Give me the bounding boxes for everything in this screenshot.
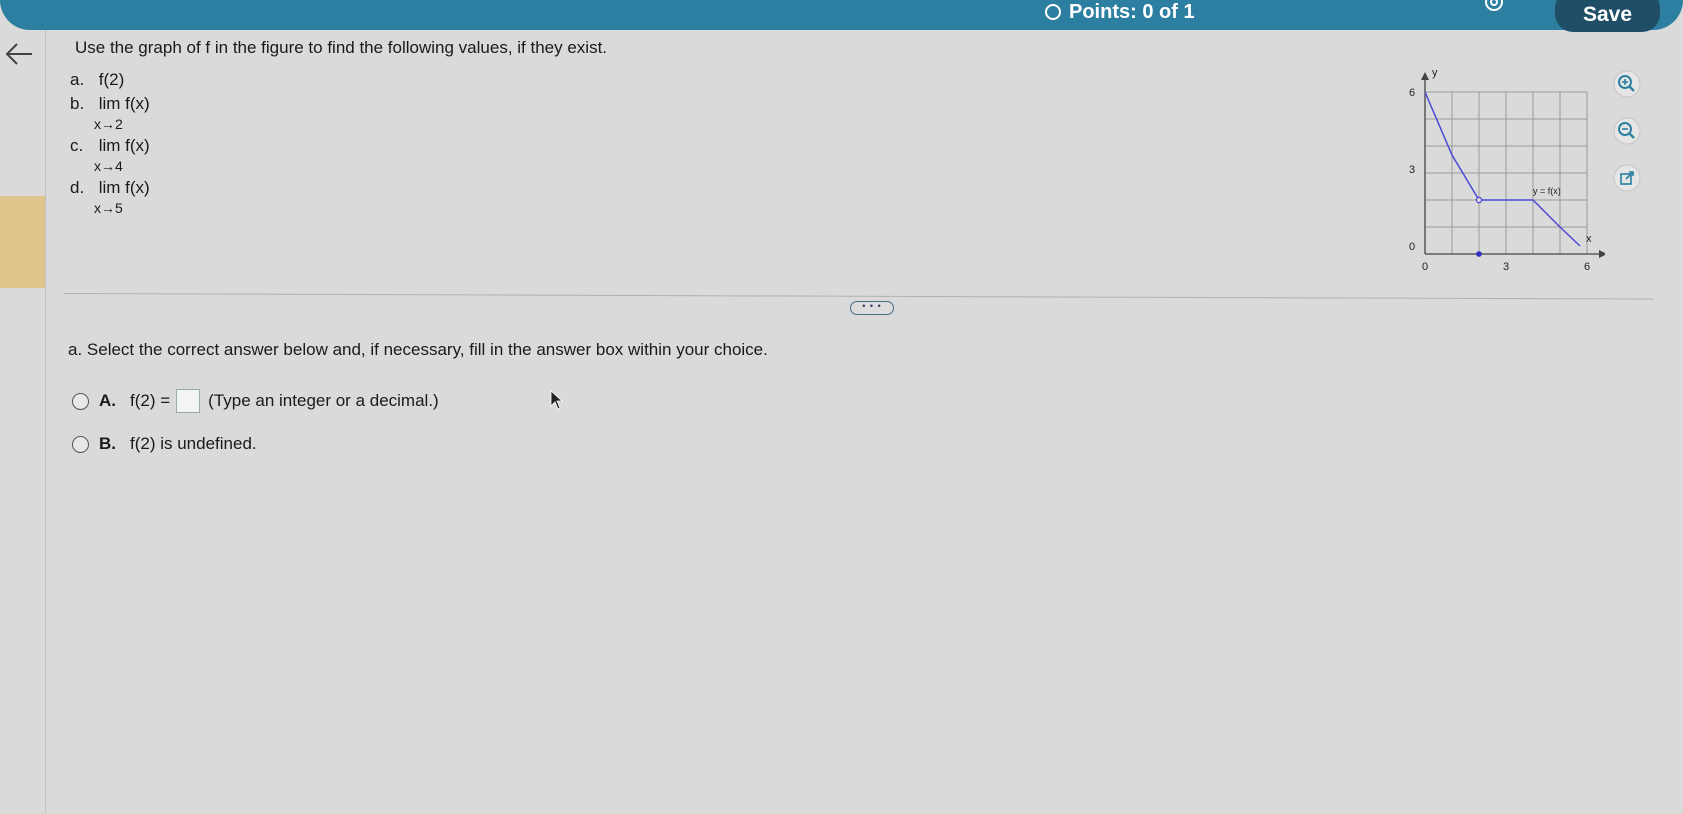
function-graph: y x 6 3 0 0 3 6 y = f(x)	[1409, 67, 1605, 273]
limit-subscript: x→4	[94, 158, 123, 174]
limit-subscript: x→5	[94, 200, 123, 216]
choice-a-radio[interactable]	[72, 392, 89, 410]
choice-label: B.	[99, 434, 116, 453]
back-arrow-icon[interactable]	[4, 42, 34, 72]
part-b: b. lim f(x) x→2	[70, 94, 150, 132]
part-expression: lim f(x)	[98, 136, 150, 155]
choice-a-hint: (Type an integer or a decimal.)	[208, 391, 439, 410]
section-divider	[63, 293, 1654, 300]
part-expression: f(2)	[98, 70, 125, 89]
x-tick-0: 0	[1422, 261, 1428, 273]
choice-b[interactable]: B. f(2) is undefined.	[72, 434, 257, 454]
limit-subscript: x→2	[94, 116, 123, 132]
zoom-out-icon[interactable]	[1613, 117, 1641, 145]
part-a: a. f(2)	[70, 70, 124, 90]
gear-icon[interactable]	[1482, 0, 1506, 14]
question-prompt: Use the graph of f in the figure to find…	[75, 38, 608, 57]
answer-input[interactable]	[176, 389, 201, 413]
points-label: Points: 0 of 1	[1069, 0, 1195, 23]
y-tick-0: 0	[1409, 241, 1415, 253]
choice-a-text: f(2) =	[130, 391, 171, 410]
open-point	[1475, 196, 1483, 204]
expand-more-button[interactable]: • • •	[850, 301, 894, 315]
y-tick-3: 3	[1409, 164, 1415, 176]
part-label: b.	[70, 94, 85, 113]
x-tick-3: 3	[1503, 261, 1509, 273]
top-bar	[0, 0, 1683, 30]
x-tick-6: 6	[1584, 261, 1590, 273]
x-axis-label: x	[1586, 233, 1592, 245]
closed-point	[1476, 251, 1482, 257]
part-c: c. lim f(x) x→4	[70, 136, 150, 174]
choice-a[interactable]: A. f(2) = (Type an integer or a decimal.…	[72, 389, 439, 413]
function-curve	[1424, 91, 1581, 247]
part-label: d.	[70, 178, 85, 197]
part-expression: lim f(x)	[98, 94, 150, 113]
choice-b-text: f(2) is undefined.	[130, 434, 257, 453]
zoom-in-icon[interactable]	[1613, 70, 1641, 98]
y-tick-6: 6	[1409, 87, 1415, 99]
progress-circle-icon	[1045, 4, 1061, 20]
choice-label: A.	[99, 391, 116, 410]
mouse-cursor-icon	[550, 390, 564, 410]
answer-instruction: a. Select the correct answer below and, …	[68, 340, 768, 359]
save-button[interactable]: Save	[1555, 0, 1660, 32]
points-indicator: Points: 0 of 1	[1045, 0, 1195, 24]
part-expression: lim f(x)	[98, 178, 150, 197]
external-link-icon[interactable]	[1613, 164, 1641, 192]
part-d: d. lim f(x) x→5	[70, 178, 150, 216]
question-marker	[0, 196, 46, 288]
y-axis-label: y	[1432, 67, 1438, 79]
curve-label: y = f(x)	[1533, 186, 1561, 196]
left-border	[45, 30, 46, 814]
part-label: a.	[70, 70, 85, 89]
part-label: c.	[70, 136, 84, 155]
choice-b-radio[interactable]	[72, 435, 89, 453]
